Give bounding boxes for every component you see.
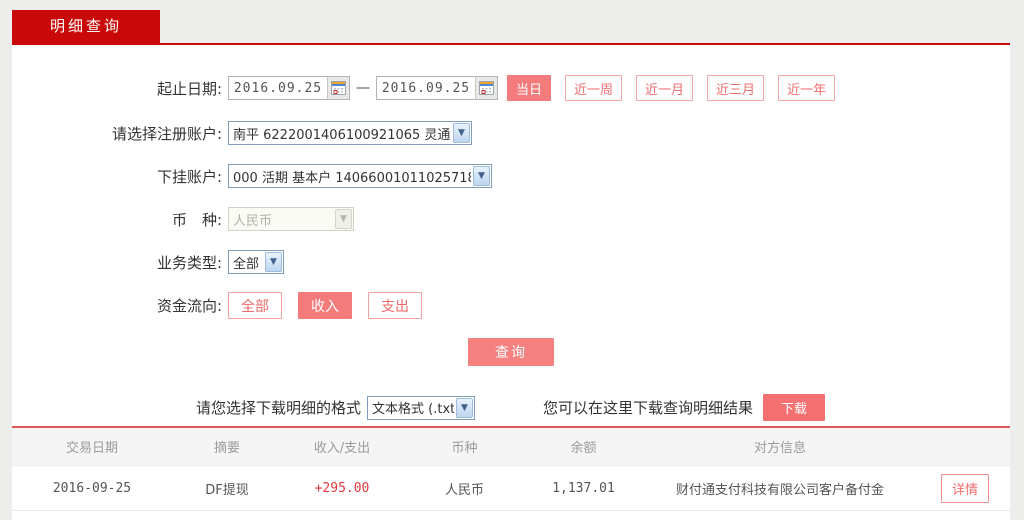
- tab-detail-query[interactable]: 明细查询: [12, 10, 160, 43]
- download-hint: 您可以在这里下载查询明细结果: [543, 397, 753, 418]
- header-currency: 币种: [402, 437, 527, 456]
- calendar-icon[interactable]: [475, 77, 497, 99]
- fund-flow-label: 资金流向:: [12, 295, 222, 316]
- start-date-value: 2016.09.25: [229, 81, 327, 96]
- calendar-icon[interactable]: [327, 77, 349, 99]
- date-separator: —: [356, 80, 370, 96]
- register-account-row: 请选择注册账户: 南平 6222001406100921065 灵通卡 ▼: [12, 121, 1010, 145]
- sub-account-value: 000 活期 基本户 1406600101102571848: [229, 167, 471, 186]
- detail-button[interactable]: 详情: [941, 474, 989, 503]
- business-type-select[interactable]: 全部 ▼: [228, 250, 284, 274]
- download-button[interactable]: 下载: [763, 394, 825, 421]
- register-account-label: 请选择注册账户:: [12, 123, 222, 144]
- cell-date: 2016-09-25: [12, 481, 172, 496]
- sub-account-select[interactable]: 000 活期 基本户 1406600101102571848 ▼: [228, 164, 492, 188]
- main-panel: 起止日期: 2016.09.25 — 2016.09.25: [12, 45, 1010, 520]
- cell-balance: 1,137.01: [527, 481, 640, 496]
- download-format-select[interactable]: 文本格式 (.txt) ▼: [367, 396, 475, 420]
- table-row: 2016-09-25 DF提现 +295.00 人民币 1,137.01 财付通…: [12, 466, 1010, 511]
- query-button[interactable]: 查询: [468, 338, 554, 366]
- currency-label: 币 种:: [12, 209, 222, 230]
- cell-currency: 人民币: [402, 479, 527, 498]
- register-account-value: 南平 6222001406100921065 灵通卡: [229, 124, 451, 143]
- results-table: 交易日期 摘要 收入/支出 币种 余额 对方信息 2016-09-25 DF提现…: [12, 426, 1010, 511]
- fund-flow-all-button[interactable]: 全部: [228, 292, 282, 319]
- end-date-input[interactable]: 2016.09.25: [376, 76, 498, 100]
- cell-amount: +295.00: [282, 481, 402, 496]
- quick-range-today-button[interactable]: 当日: [507, 75, 551, 101]
- quick-range-month-button[interactable]: 近一月: [636, 75, 693, 101]
- quick-range-quarter-button[interactable]: 近三月: [707, 75, 764, 101]
- chevron-down-icon: ▼: [456, 398, 473, 418]
- business-type-value: 全部: [229, 253, 263, 272]
- sub-account-label: 下挂账户:: [12, 166, 222, 187]
- download-format-label: 请您选择下载明细的格式: [196, 397, 361, 418]
- currency-select: 人民币 ▼: [228, 207, 354, 231]
- end-date-value: 2016.09.25: [377, 81, 475, 96]
- chevron-down-icon: ▼: [453, 123, 470, 143]
- sub-account-row: 下挂账户: 000 活期 基本户 1406600101102571848 ▼: [12, 164, 1010, 188]
- header-counterparty: 对方信息: [640, 437, 920, 456]
- download-format-value: 文本格式 (.txt): [368, 398, 454, 417]
- table-header-row: 交易日期 摘要 收入/支出 币种 余额 对方信息: [12, 428, 1010, 466]
- header-amount: 收入/支出: [282, 437, 402, 456]
- currency-row: 币 种: 人民币 ▼: [12, 207, 1010, 231]
- quick-range-year-button[interactable]: 近一年: [778, 75, 835, 101]
- download-row: 请您选择下载明细的格式 文本格式 (.txt) ▼ 您可以在这里下载查询明细结果…: [12, 394, 1010, 421]
- fund-flow-row: 资金流向: 全部 收入 支出: [12, 292, 1010, 319]
- chevron-down-icon: ▼: [473, 166, 490, 186]
- business-type-label: 业务类型:: [12, 252, 222, 273]
- cell-counterparty: 财付通支付科技有限公司客户备付金: [640, 479, 920, 498]
- date-range-row: 起止日期: 2016.09.25 — 2016.09.25: [12, 75, 1010, 101]
- quick-range-week-button[interactable]: 近一周: [565, 75, 622, 101]
- calendar-icon: [331, 81, 346, 95]
- header-summary: 摘要: [172, 437, 282, 456]
- fund-flow-expense-button[interactable]: 支出: [368, 292, 422, 319]
- currency-value: 人民币: [229, 210, 333, 229]
- chevron-down-icon: ▼: [265, 252, 282, 272]
- register-account-select[interactable]: 南平 6222001406100921065 灵通卡 ▼: [228, 121, 472, 145]
- header-balance: 余额: [527, 437, 640, 456]
- query-row: 查询: [12, 338, 1010, 366]
- chevron-down-icon: ▼: [335, 209, 352, 229]
- start-date-input[interactable]: 2016.09.25: [228, 76, 350, 100]
- business-type-row: 业务类型: 全部 ▼: [12, 250, 1010, 274]
- date-range-label: 起止日期:: [12, 78, 222, 99]
- cell-summary: DF提现: [172, 479, 282, 498]
- header-date: 交易日期: [12, 437, 172, 456]
- fund-flow-income-button[interactable]: 收入: [298, 292, 352, 319]
- cell-action: 详情: [920, 474, 1010, 503]
- calendar-icon: [479, 81, 494, 95]
